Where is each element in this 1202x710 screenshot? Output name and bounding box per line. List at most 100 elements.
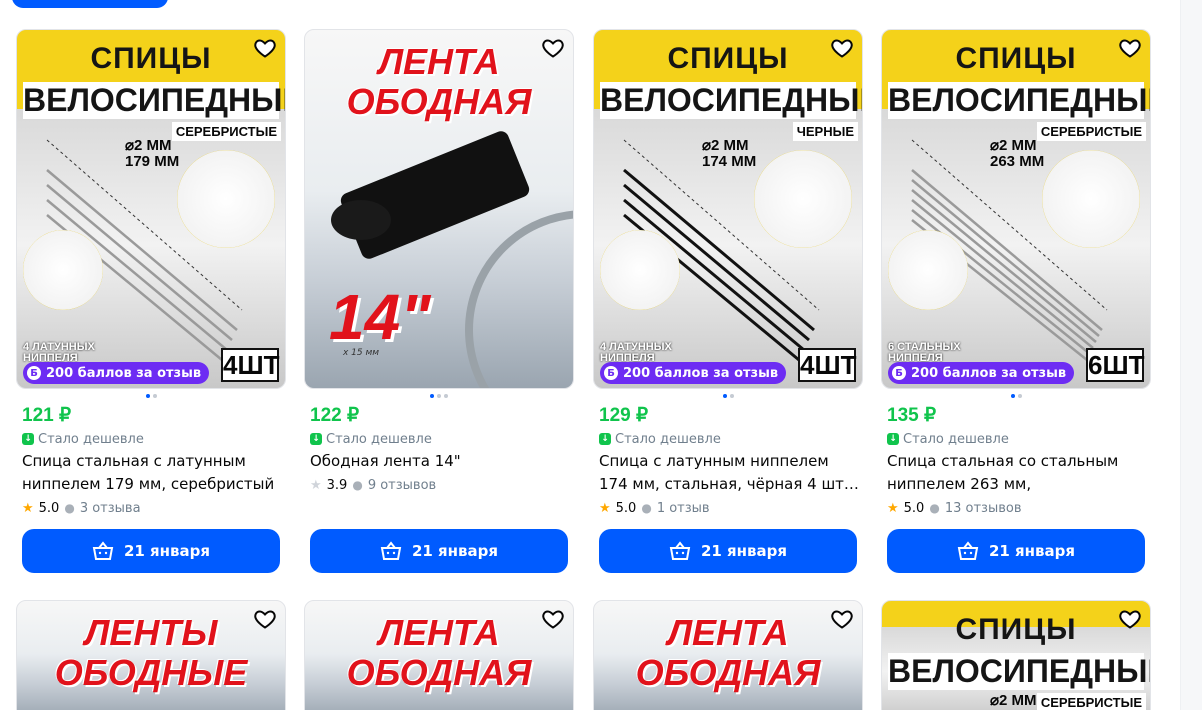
star-icon: ★ xyxy=(22,500,34,516)
image-pager[interactable] xyxy=(16,389,286,403)
image-title-line2: ОБОДНАЯ xyxy=(346,81,532,122)
product-image[interactable]: СПИЦЫ ВЕЛОСИПЕДНЫЕ СЕРЕБРИСТЫЕ ⌀2 ММ 263… xyxy=(881,29,1151,389)
favorite-heart-icon[interactable] xyxy=(253,36,277,60)
favorite-heart-icon[interactable] xyxy=(830,36,854,60)
product-name[interactable]: Ободная лента 14" xyxy=(310,450,572,473)
top-action-button[interactable] xyxy=(12,0,168,8)
comment-icon: ● xyxy=(64,501,75,515)
review-count: 13 отзывов xyxy=(944,500,1022,516)
image-title-line2: ВЕЛОСИПЕДНЫЕ xyxy=(888,653,1151,690)
favorite-heart-icon[interactable] xyxy=(1118,36,1142,60)
image-quantity: 4ШТ xyxy=(221,348,280,382)
badge-label: 200 баллов за отзыв xyxy=(623,365,779,381)
image-pager[interactable] xyxy=(593,389,863,403)
wheel-illustration xyxy=(465,210,573,388)
image-title: ЛЕНТА ОБОДНАЯ xyxy=(594,613,862,693)
page-scrollbar[interactable] xyxy=(1180,0,1202,710)
favorite-heart-icon[interactable] xyxy=(541,36,565,60)
favorite-heart-icon[interactable] xyxy=(253,607,277,631)
pager-dot xyxy=(437,394,441,398)
review-points-badge: Б 200 баллов за отзыв xyxy=(888,362,1075,384)
pager-dot xyxy=(145,394,150,398)
add-to-cart-button[interactable]: 21 января xyxy=(887,529,1145,573)
comment-icon: ● xyxy=(641,501,652,515)
product-card[interactable]: ЛЕНТЫ ОБОДНЫЕ xyxy=(16,600,286,710)
product-image[interactable]: ЛЕНТА ОБОДНАЯ xyxy=(593,600,863,710)
product-card[interactable]: ЛЕНТА ОБОДНАЯ xyxy=(593,600,863,710)
delivery-date: 21 января xyxy=(123,542,211,560)
image-title-line2: ОБОДНАЯ xyxy=(346,652,532,693)
image-size: 14" xyxy=(329,281,431,353)
image-title-line1: ЛЕНТА xyxy=(378,41,500,82)
image-pager[interactable] xyxy=(881,389,1151,403)
product-name[interactable]: Спица с латунным ниппелем 174 мм, стальн… xyxy=(599,450,861,496)
image-quantity: 4ШТ xyxy=(798,348,857,382)
product-price: 129 ₽ xyxy=(599,405,649,426)
review-points-badge: Б 200 баллов за отзыв xyxy=(600,362,787,384)
product-rating[interactable]: ★ 5.0 ● 13 отзывов xyxy=(887,496,1151,520)
comment-icon: ● xyxy=(352,478,363,492)
price-down-icon: ↓ xyxy=(599,433,611,445)
favorite-heart-icon[interactable] xyxy=(830,607,854,631)
image-pager[interactable] xyxy=(304,389,574,403)
pager-dot xyxy=(729,394,734,398)
product-image[interactable]: СПИЦЫ ВЕЛОСИПЕДНЫЕ ⌀2 ММ СЕРЕБРИСТЫЕ xyxy=(881,600,1151,710)
spoke-head-closeup xyxy=(177,150,275,248)
nipple-closeup xyxy=(600,230,680,310)
points-icon: Б xyxy=(27,366,41,380)
image-title-line2: ОБОДНАЯ xyxy=(635,652,821,693)
product-card[interactable]: СПИЦЫ ВЕЛОСИПЕДНЫЕ СЕРЕБРИСТЫЕ ⌀2 ММ 179… xyxy=(16,29,286,573)
image-title-line1: ЛЕНТЫ xyxy=(84,612,218,653)
delivery-date: 21 января xyxy=(988,542,1076,560)
pager-dot xyxy=(444,394,448,398)
delivery-date: 21 января xyxy=(700,542,788,560)
price-drop-text: Стало дешевле xyxy=(903,431,1009,447)
price-drop-label: ↓ Стало дешевле xyxy=(310,428,574,450)
product-image[interactable]: ЛЕНТА ОБОДНАЯ 14" x 15 мм xyxy=(304,29,574,389)
image-title-line1: ЛЕНТА xyxy=(667,612,789,653)
star-icon: ★ xyxy=(310,477,322,493)
pager-dot xyxy=(1017,394,1022,398)
favorite-heart-icon[interactable] xyxy=(541,607,565,631)
review-count: 9 отзывов xyxy=(367,477,437,493)
product-price: 121 ₽ xyxy=(22,405,72,426)
product-name[interactable]: Спица стальная с латунным ниппелем 179 м… xyxy=(22,450,284,496)
product-card[interactable]: СПИЦЫ ВЕЛОСИПЕДНЫЕ ⌀2 ММ СЕРЕБРИСТЫЕ xyxy=(881,600,1151,710)
points-icon: Б xyxy=(604,366,618,380)
nipple-closeup xyxy=(888,230,968,310)
nipple-tag: 4 ЛАТУННЫХ НИППЕЛЯ xyxy=(23,342,95,364)
rating-value: 5.0 xyxy=(38,500,60,516)
star-icon: ★ xyxy=(887,500,899,516)
delivery-date: 21 января xyxy=(411,542,499,560)
product-card[interactable]: СПИЦЫ ВЕЛОСИПЕДНЫЕ СЕРЕБРИСТЫЕ ⌀2 ММ 263… xyxy=(881,29,1151,573)
rating-value: 3.9 xyxy=(326,477,348,493)
product-rating[interactable]: ★ 3.9 ● 9 отзывов xyxy=(310,473,574,497)
product-image[interactable]: СПИЦЫ ВЕЛОСИПЕДНЫЕ СЕРЕБРИСТЫЕ ⌀2 ММ 179… xyxy=(16,29,286,389)
add-to-cart-button[interactable]: 21 января xyxy=(599,529,857,573)
favorite-heart-icon[interactable] xyxy=(1118,607,1142,631)
product-card[interactable]: ЛЕНТА ОБОДНАЯ 14" x 15 мм 122 ₽ ↓ Стало д… xyxy=(304,29,574,573)
product-rating[interactable]: ★ 5.0 ● 1 отзыв xyxy=(599,496,863,520)
nipple-tag: 4 ЛАТУННЫХ НИППЕЛЯ xyxy=(600,342,672,364)
rating-value: 5.0 xyxy=(903,500,925,516)
add-to-cart-button[interactable]: 21 января xyxy=(22,529,280,573)
product-rating[interactable]: ★ 5.0 ● 3 отзыва xyxy=(22,496,286,520)
price-down-icon: ↓ xyxy=(310,433,322,445)
product-price: 135 ₽ xyxy=(887,405,937,426)
spoke-head-closeup xyxy=(1042,150,1140,248)
product-image[interactable]: СПИЦЫ ВЕЛОСИПЕДНЫЕ ЧЕРНЫЕ ⌀2 ММ 174 ММ 4… xyxy=(593,29,863,389)
badge-label: 200 баллов за отзыв xyxy=(46,365,202,381)
pager-dot xyxy=(430,394,434,398)
add-to-cart-button[interactable]: 21 января xyxy=(310,529,568,573)
pager-dot xyxy=(152,394,157,398)
price-drop-text: Стало дешевле xyxy=(326,431,432,447)
product-image[interactable]: ЛЕНТЫ ОБОДНЫЕ xyxy=(16,600,286,710)
comment-icon: ● xyxy=(929,501,940,515)
product-card[interactable]: СПИЦЫ ВЕЛОСИПЕДНЫЕ ЧЕРНЫЕ ⌀2 ММ 174 ММ 4… xyxy=(593,29,863,573)
basket-icon xyxy=(669,541,691,560)
product-image[interactable]: ЛЕНТА ОБОДНАЯ xyxy=(304,600,574,710)
product-card[interactable]: ЛЕНТА ОБОДНАЯ xyxy=(304,600,574,710)
basket-icon xyxy=(957,541,979,560)
basket-icon xyxy=(380,541,402,560)
product-name[interactable]: Спица стальная со стальным ниппелем 263 … xyxy=(887,450,1149,496)
